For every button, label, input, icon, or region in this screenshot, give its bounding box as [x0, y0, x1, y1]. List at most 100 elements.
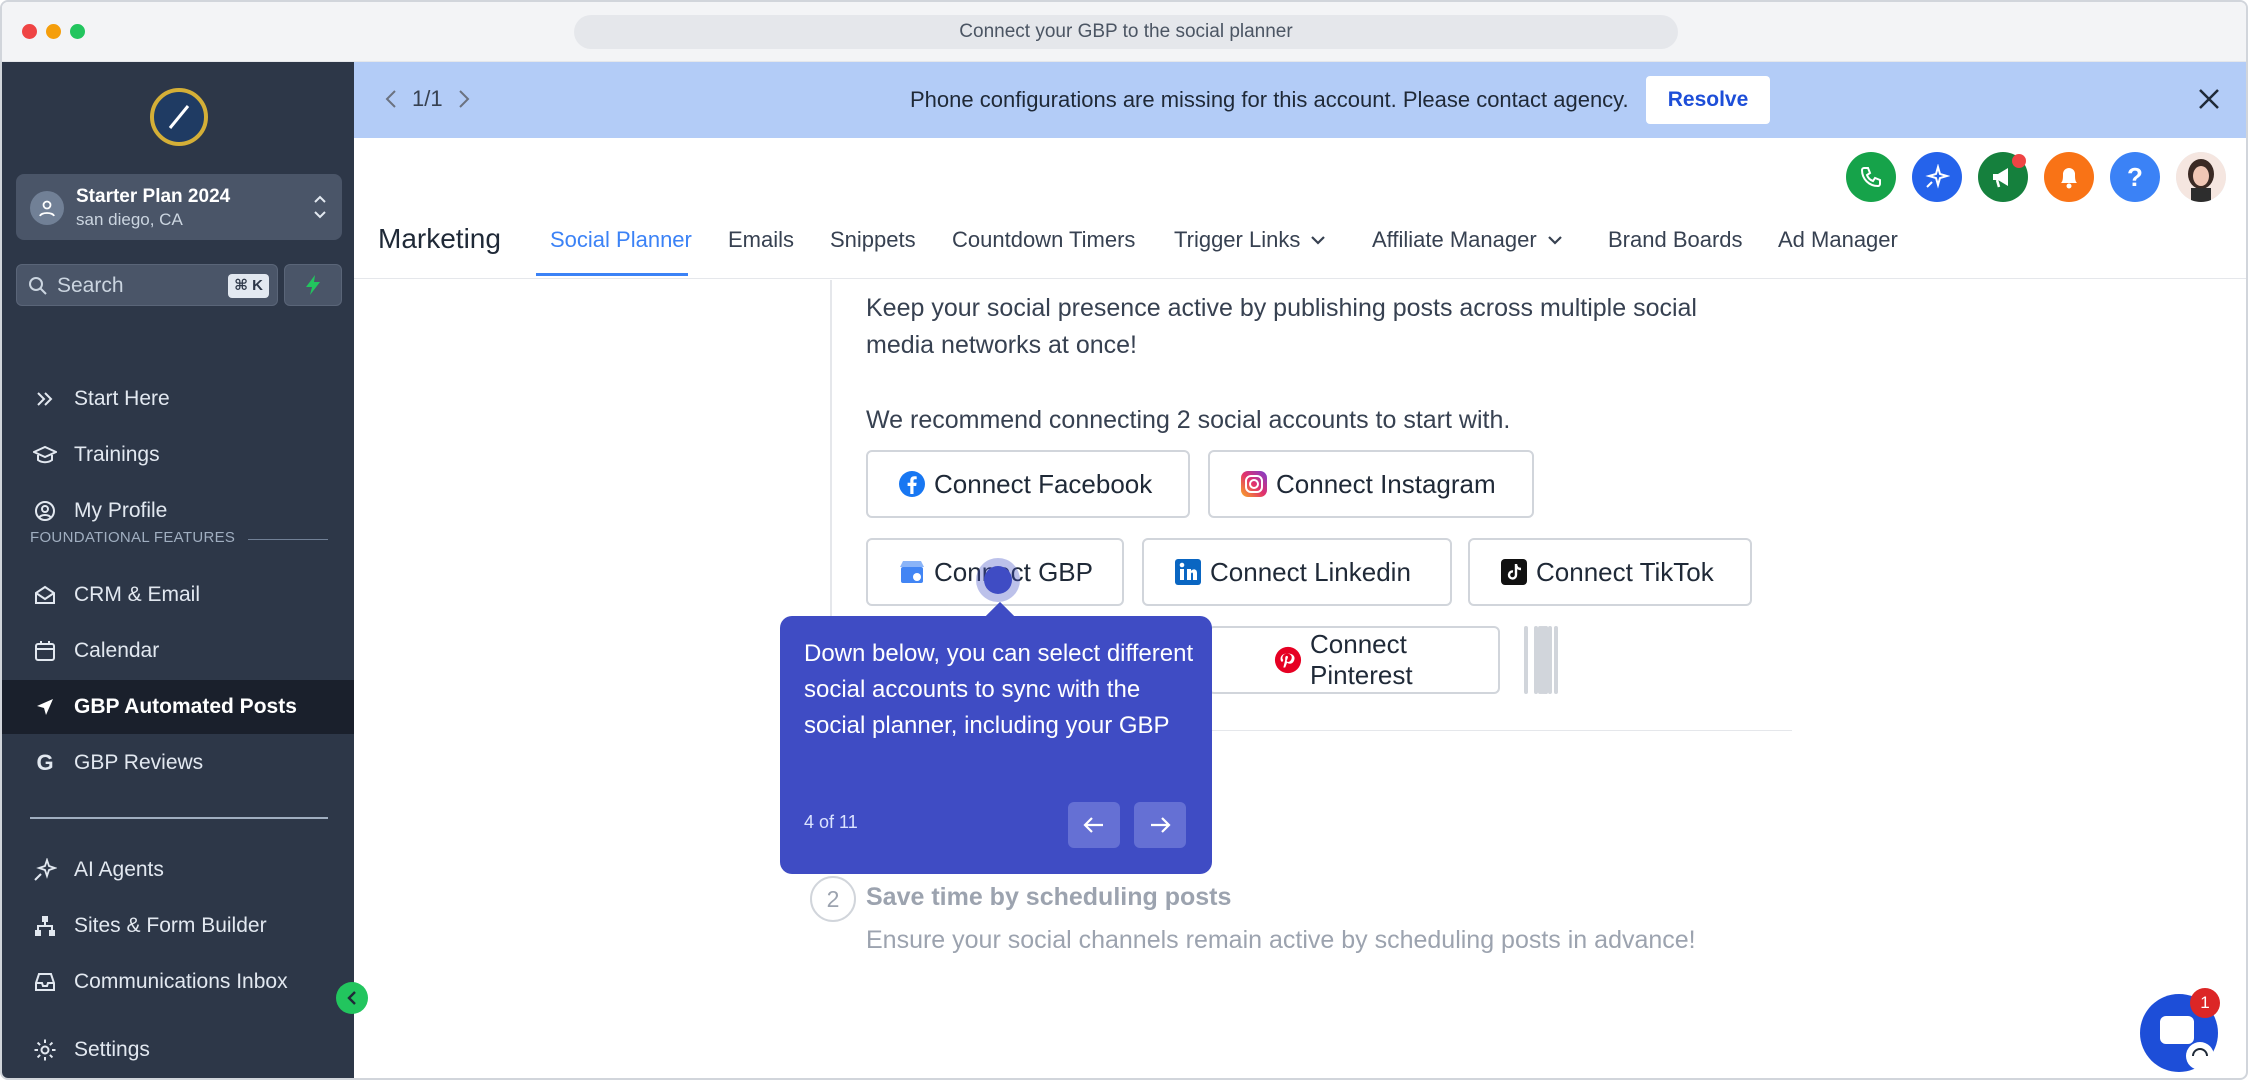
sidebar-item-trainings[interactable]: Trainings — [2, 428, 354, 482]
sparkles-icon — [32, 857, 58, 883]
search-shortcut: ⌘ K — [228, 274, 269, 298]
app-window: Connect your GBP to the social planner S… — [0, 0, 2248, 1080]
sidebar-item-label: CRM & Email — [74, 583, 201, 606]
pinterest-icon — [1274, 646, 1302, 674]
notification-dot — [2012, 154, 2026, 168]
button-label: Connect Pinterest — [1310, 629, 1413, 690]
tiktok-icon — [1500, 558, 1528, 586]
close-icon[interactable] — [2196, 86, 2222, 112]
sidebar-item-gbp-automated-posts[interactable]: GBP Automated Posts — [2, 680, 354, 734]
section-label: FOUNDATIONAL FEATURES — [30, 529, 236, 546]
chevron-down-icon — [1311, 236, 1326, 245]
envelope-open-icon — [32, 582, 58, 608]
section-divider — [248, 539, 328, 540]
sidebar-search[interactable]: Search ⌘ K — [16, 264, 278, 306]
tab-brand-boards[interactable]: Brand Boards — [1608, 227, 1743, 253]
sidebar-item-calendar[interactable]: Calendar — [2, 624, 354, 678]
phone-icon — [1860, 167, 1881, 188]
brand-logo[interactable] — [150, 88, 208, 146]
sidebar-item-label: GBP Automated Posts — [74, 695, 297, 718]
connect-instagram-button[interactable]: Connect Instagram — [1208, 450, 1534, 518]
tooltip-text: Down below, you can select different soc… — [804, 640, 1194, 739]
tab-emails[interactable]: Emails — [728, 227, 794, 253]
tab-label: Trigger Links — [1174, 227, 1301, 252]
notifications-button[interactable] — [2044, 152, 2094, 202]
spacer-10 — [1540, 626, 1544, 694]
active-tab-indicator — [536, 273, 688, 276]
sidebar-item-crm-email[interactable]: CRM & Email — [2, 568, 354, 622]
announcements-button[interactable] — [1978, 152, 2028, 202]
spacer-3 — [1548, 626, 1552, 694]
sidebar-item-gbp-reviews[interactable]: G GBP Reviews — [2, 736, 354, 790]
question-mark-icon: ? — [2127, 161, 2143, 192]
pager-count: 1/1 — [412, 86, 443, 111]
title-bar: Connect your GBP to the social planner — [2, 2, 2246, 62]
connect-tiktok-button[interactable]: Connect TikTok — [1468, 538, 1752, 606]
ai-assistant-button[interactable] — [1912, 152, 1962, 202]
account-switcher[interactable]: Starter Plan 2024 san diego, CA — [16, 174, 342, 240]
chevron-right-icon[interactable] — [457, 88, 471, 110]
sidebar-item-label: Calendar — [74, 639, 160, 662]
tab-snippets[interactable]: Snippets — [830, 227, 916, 253]
close-window-button[interactable] — [22, 24, 37, 39]
connect-pinterest-button[interactable]: Connect Pinterest — [1208, 626, 1500, 694]
step-2-subtitle: Ensure your social channels remain activ… — [866, 926, 1696, 954]
step-2-number: 2 — [810, 876, 856, 922]
sidebar-item-sites-form-builder[interactable]: Sites & Form Builder — [2, 899, 354, 953]
sidebar-item-label: Start Here — [74, 387, 170, 410]
warning-banner: 1/1 Phone configurations are missing for… — [354, 62, 2246, 138]
tour-next-button[interactable] — [1134, 802, 1186, 848]
chevron-left-icon[interactable] — [384, 88, 398, 110]
connect-linkedin-button[interactable]: Connect Linkedin — [1142, 538, 1452, 606]
tour-hotspot[interactable] — [976, 558, 1020, 602]
step-2-title: Save time by scheduling posts — [866, 883, 1232, 911]
search-icon — [29, 277, 47, 295]
gear-icon — [32, 1037, 58, 1063]
minimize-window-button[interactable] — [46, 24, 61, 39]
tour-tooltip: Down below, you can select different soc… — [780, 601, 1212, 874]
page-title: Marketing — [378, 223, 501, 254]
sidebar-item-start-here[interactable]: Start Here — [2, 372, 354, 426]
sparkles-icon — [1925, 164, 1950, 189]
intro-text-line1: Keep your social presence active by publ… — [866, 294, 1697, 322]
quick-action-button[interactable] — [284, 264, 342, 306]
connect-facebook-button[interactable]: Connect Facebook — [866, 450, 1190, 518]
tab-affiliate-manager[interactable]: Affiliate Manager — [1372, 227, 1563, 253]
sidebar-item-label: AI Agents — [74, 858, 164, 881]
megaphone-icon — [1993, 168, 2008, 188]
sidebar-item-label: Communications Inbox — [74, 970, 288, 993]
location-arrow-icon — [32, 694, 58, 720]
tab-social-planner[interactable]: Social Planner — [550, 227, 692, 253]
facebook-icon — [898, 470, 926, 498]
maximize-window-button[interactable] — [70, 24, 85, 39]
sidebar-item-communications-inbox[interactable]: Communications Inbox — [2, 955, 354, 1009]
button-label: Connect TikTok — [1536, 556, 1714, 587]
top-navigation: Marketing Social Planner Emails Snippets… — [354, 207, 2246, 279]
spacer-4 — [1524, 626, 1528, 694]
sidebar-item-ai-agents[interactable]: AI Agents — [2, 843, 354, 897]
button-label: Connect Instagram — [1276, 468, 1496, 499]
help-button[interactable]: ? — [2110, 152, 2160, 202]
collapse-sidebar-button[interactable] — [336, 982, 368, 1014]
account-name: Starter Plan 2024 — [76, 186, 231, 207]
chevron-down-icon — [1547, 236, 1562, 245]
phone-button[interactable] — [1846, 152, 1896, 202]
sidebar-divider — [30, 817, 328, 819]
inbox-icon — [32, 969, 58, 995]
tour-previous-button[interactable] — [1068, 802, 1120, 848]
tab-countdown-timers[interactable]: Countdown Timers — [952, 227, 1135, 253]
sidebar-item-label: Trainings — [74, 443, 160, 466]
tab-ad-manager[interactable]: Ad Manager — [1778, 227, 1898, 253]
account-location: san diego, CA — [76, 210, 183, 229]
spacer-6 — [1554, 626, 1558, 694]
tab-trigger-links[interactable]: Trigger Links — [1174, 227, 1326, 253]
banner-pager: 1/1 — [384, 86, 471, 112]
arrow-left-icon — [1083, 817, 1103, 833]
sidebar-item-settings[interactable]: Settings — [2, 1023, 354, 1077]
resolve-button[interactable]: Resolve — [1646, 76, 1770, 124]
sitemap-icon — [32, 913, 58, 939]
bell-icon — [2061, 168, 2077, 189]
google-business-icon — [898, 558, 926, 586]
avatar-image-icon — [2176, 152, 2226, 202]
user-avatar[interactable] — [2176, 152, 2226, 202]
